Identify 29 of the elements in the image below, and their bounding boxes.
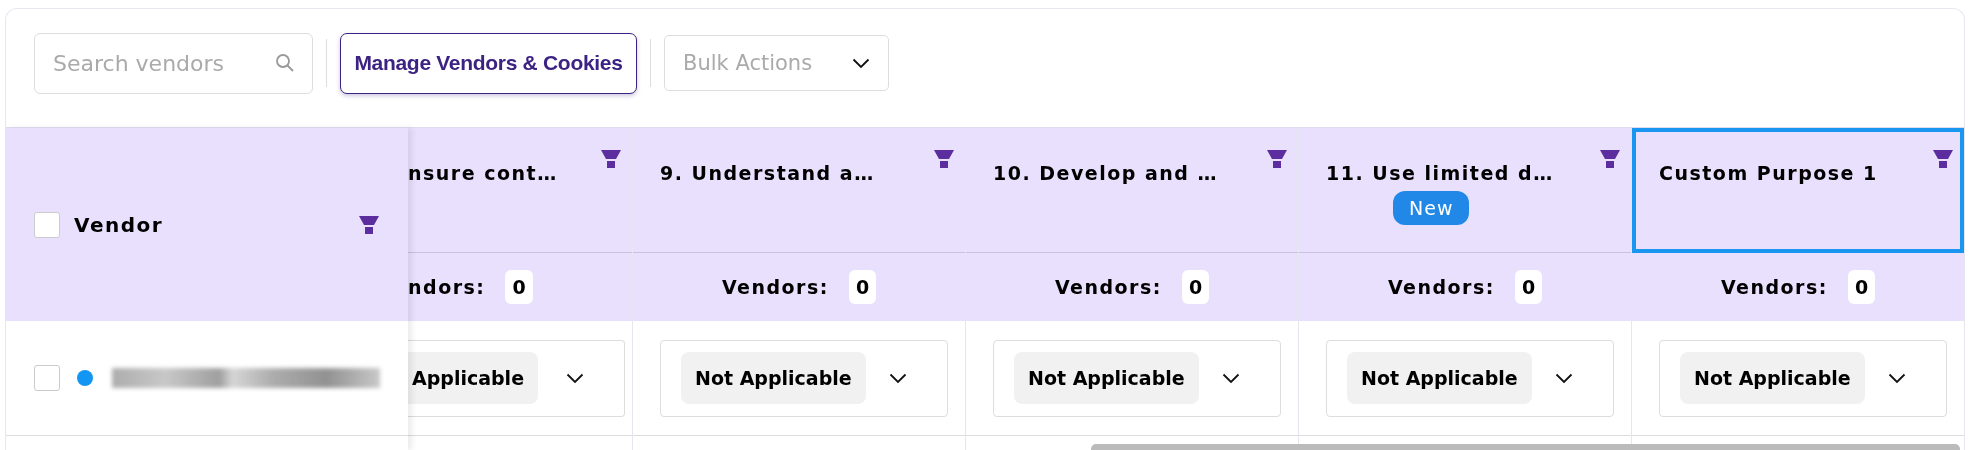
selected-value-chip: Not Applicable: [1014, 352, 1199, 404]
manage-vendors-button[interactable]: Manage Vendors & Cookies: [340, 32, 637, 94]
selected-value-chip: Not Applicable: [1347, 352, 1532, 404]
selected-value-chip: Not Applicable: [681, 352, 866, 404]
vendors-count: 0: [1181, 270, 1210, 304]
vendors-count: 0: [1514, 270, 1543, 304]
applicability-dropdown[interactable]: Not Applicable: [1326, 339, 1614, 417]
vendors-count-label: ndors:: [408, 276, 486, 298]
vendors-count: 0: [1847, 270, 1876, 304]
vendors-count-label: Vendors:: [721, 276, 829, 298]
column-header[interactable]: Custom Purpose 1: [1632, 128, 1964, 253]
vendors-count: 0: [505, 270, 533, 304]
vendors-count-label: Vendors:: [1387, 276, 1495, 298]
column-header: Vendor: [74, 212, 165, 237]
column-header[interactable]: nsure cont…: [408, 128, 632, 253]
column-header[interactable]: 10. Develop and …: [966, 128, 1298, 253]
selected-value-chip: Not Applicable: [1680, 352, 1865, 404]
applicability-dropdown[interactable]: Not Applicable: [1659, 339, 1947, 417]
new-badge: New: [1393, 191, 1470, 225]
column-header[interactable]: 9. Understand a…: [633, 128, 965, 253]
search-field[interactable]: Search vendors: [34, 32, 313, 94]
column-header[interactable]: 11. Use limited d… New: [1299, 128, 1631, 253]
applicability-dropdown[interactable]: Applicable: [408, 339, 625, 417]
selected-value-chip: Applicable: [408, 352, 538, 404]
applicability-dropdown[interactable]: Not Applicable: [660, 339, 948, 417]
vendors-count-label: Vendors:: [1054, 276, 1162, 298]
applicability-dropdown[interactable]: Not Applicable: [993, 339, 1281, 417]
vendors-count-label: Vendors:: [1720, 276, 1828, 298]
vendors-count: 0: [848, 270, 877, 304]
